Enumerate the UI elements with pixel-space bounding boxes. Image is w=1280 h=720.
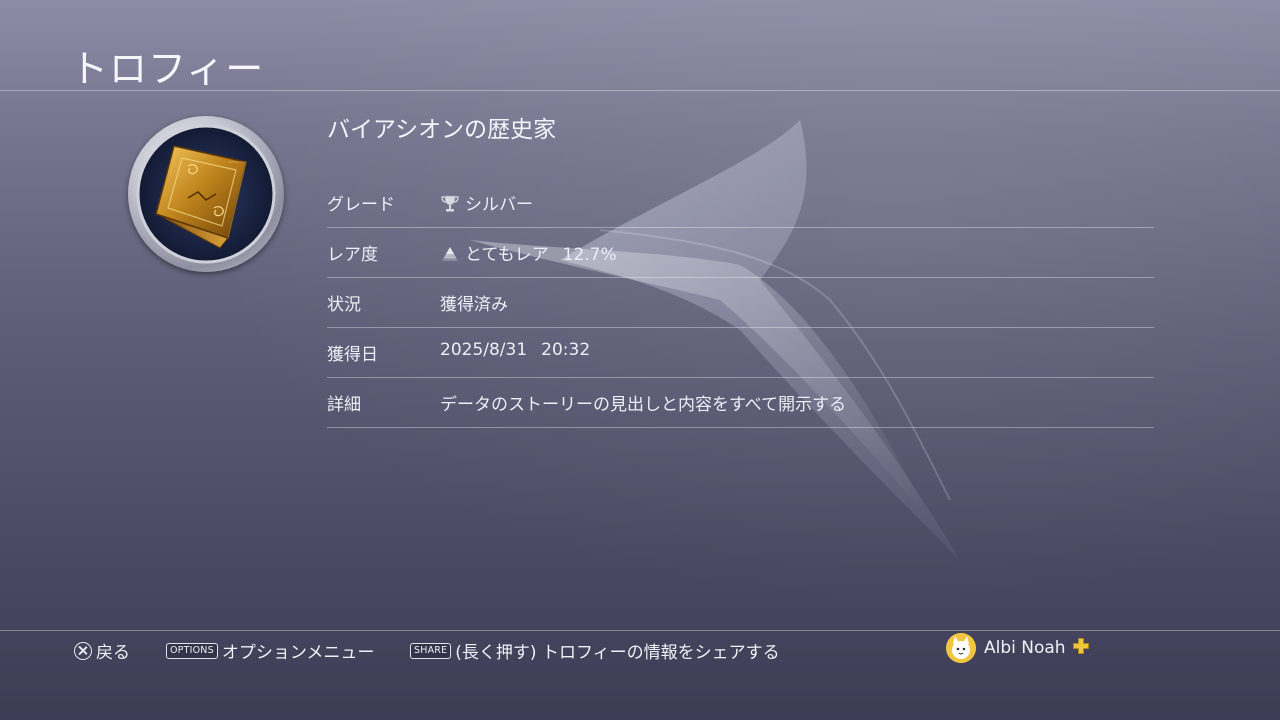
- back-label: 戻る: [96, 643, 130, 663]
- options-menu-button[interactable]: OPTIONS オプションメニュー: [166, 638, 374, 663]
- trophy-name: バイアシオンの歴史家: [327, 117, 557, 143]
- book-trophy-icon: [128, 116, 284, 272]
- user-name: Albi Noah: [984, 638, 1066, 658]
- info-row-grade: グレード シルバー: [327, 178, 1154, 228]
- page-title: トロフィー: [70, 47, 265, 91]
- grade-text: シルバー: [465, 195, 533, 215]
- rarity-percent: 12.7%: [562, 245, 617, 265]
- info-row-date: 獲得日 2025/8/31 20:32: [327, 328, 1154, 378]
- header-divider: [0, 90, 1280, 91]
- ps-plus-icon: [1072, 637, 1090, 660]
- share-button[interactable]: SHARE (長く押す) トロフィーの情報をシェアする: [410, 638, 780, 663]
- info-label-status: 状況: [327, 295, 361, 315]
- info-value-status: 獲得済み: [440, 295, 508, 315]
- earned-time: 20:32: [541, 340, 591, 360]
- info-row-detail: 詳細 データのストーリーの見出しと内容をすべて開示する: [327, 378, 1154, 428]
- info-label-rarity: レア度: [327, 245, 378, 265]
- trophy-cup-icon: [440, 193, 460, 218]
- user-profile[interactable]: Albi Noah: [946, 633, 1090, 663]
- rarity-pyramid-icon: [440, 245, 460, 268]
- info-label-detail: 詳細: [327, 395, 361, 415]
- share-label: (長く押す) トロフィーの情報をシェアする: [455, 643, 780, 663]
- trophy-info-table: グレード シルバー レア度 とてもレア 12.7% 状況 獲得済み 獲得日 20…: [327, 178, 1154, 428]
- info-value-detail: データのストーリーの見出しと内容をすべて開示する: [440, 395, 847, 415]
- info-row-status: 状況 獲得済み: [327, 278, 1154, 328]
- info-label-grade: グレード: [327, 195, 395, 215]
- footer-bar: 戻る OPTIONS オプションメニュー SHARE (長く押す) トロフィーの…: [0, 630, 1280, 720]
- avatar: [946, 633, 976, 663]
- info-value-date: 2025/8/31 20:32: [440, 340, 590, 360]
- info-label-date: 獲得日: [327, 345, 378, 365]
- options-label: オプションメニュー: [221, 643, 375, 663]
- info-value-grade: シルバー: [440, 190, 533, 218]
- share-key-icon: SHARE: [410, 642, 452, 659]
- earned-date: 2025/8/31: [440, 340, 528, 360]
- cross-button-icon: [74, 641, 92, 660]
- info-row-rarity: レア度 とてもレア 12.7%: [327, 228, 1154, 278]
- info-value-rarity: とてもレア 12.7%: [440, 240, 617, 268]
- back-button[interactable]: 戻る: [74, 638, 130, 663]
- rarity-text: とてもレア: [465, 245, 549, 265]
- options-key-icon: OPTIONS: [166, 642, 218, 659]
